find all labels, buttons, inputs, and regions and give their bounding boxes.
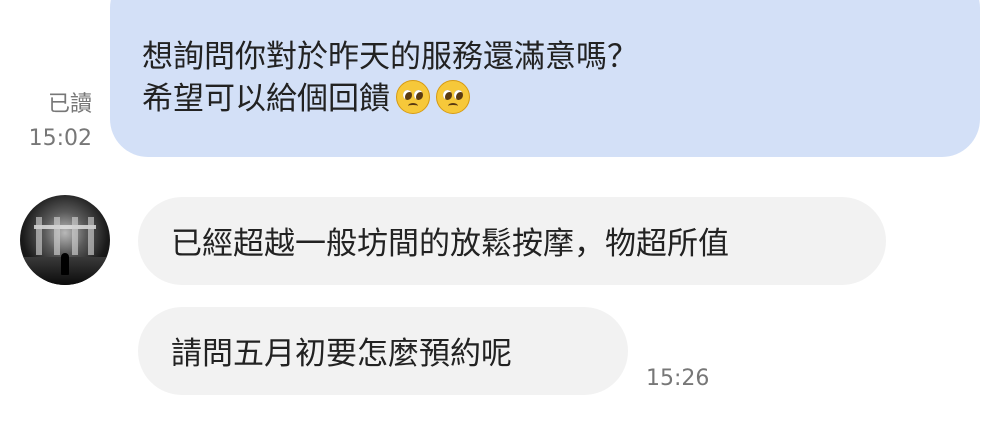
outgoing-message-line-2-text: 希望可以給個回饋 (142, 81, 390, 117)
read-receipt: 已讀 (47, 92, 92, 117)
pleading-face-icon (436, 80, 470, 114)
avatar-stage-tower (54, 217, 60, 255)
outgoing-message-meta: 已讀 15:02 (10, 88, 92, 156)
avatar-stage-tower (72, 217, 78, 255)
avatar-stage-tower (36, 217, 42, 255)
incoming-message-text: 請問五月初要怎麼預約呢 (171, 336, 512, 372)
avatar-stage-tower (88, 217, 94, 255)
incoming-message-time: 15:26 (646, 366, 710, 391)
avatar-stage-lights (34, 225, 96, 229)
outgoing-message-bubble[interactable]: 想詢問你對於昨天的服務還滿意嗎？ 希望可以給個回饋 (110, 0, 980, 157)
outgoing-message-time: 15:02 (28, 126, 92, 151)
chat-conversation: 想詢問你對於昨天的服務還滿意嗎？ 希望可以給個回饋 已讀 15:02 已經超越一… (0, 0, 1000, 429)
outgoing-message-line-2: 希望可以給個回饋 (142, 78, 980, 120)
incoming-message-bubble[interactable]: 已經超越一般坊間的放鬆按摩，物超所值 (138, 197, 886, 285)
contact-avatar[interactable] (20, 195, 110, 285)
avatar-person-silhouette (61, 253, 69, 275)
incoming-message-bubble[interactable]: 請問五月初要怎麼預約呢 (138, 307, 628, 395)
pleading-face-icon (396, 80, 430, 114)
outgoing-message-line-1: 想詢問你對於昨天的服務還滿意嗎？ (142, 39, 638, 75)
incoming-message-text: 已經超越一般坊間的放鬆按摩，物超所值 (171, 226, 729, 262)
